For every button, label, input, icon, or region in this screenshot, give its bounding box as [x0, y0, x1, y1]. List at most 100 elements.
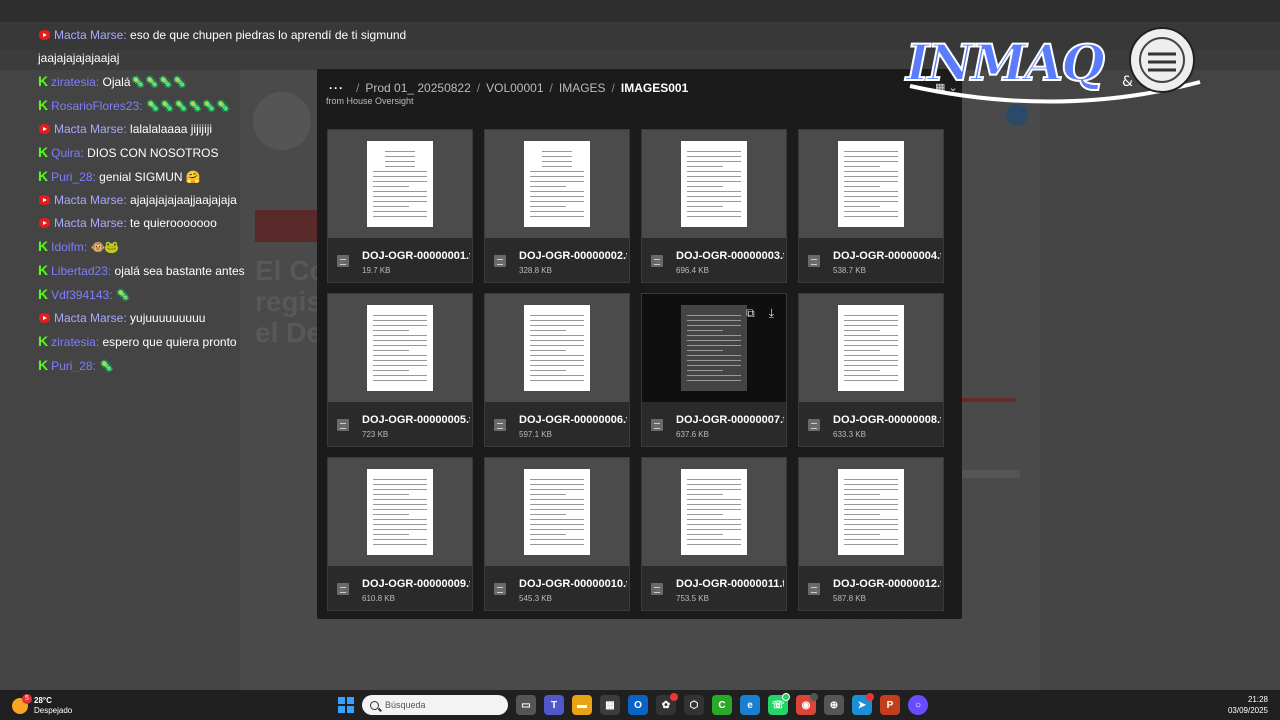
file-thumbnail[interactable] — [485, 130, 629, 238]
file-card[interactable]: DOJ-OGR-00000009.tif 610.8 KB — [327, 457, 473, 611]
file-name: DOJ-OGR-00000004.tif — [833, 250, 941, 262]
chat-username: Macta Marse — [54, 193, 124, 207]
system-clock[interactable]: 21:28 03/09/2025 — [1228, 694, 1268, 716]
chat-emotes: 🦠 — [115, 288, 131, 302]
chrome-icon[interactable]: ◉ — [796, 693, 818, 715]
weather-widget[interactable]: 5 28°C Despejado — [12, 694, 72, 718]
teams-icon[interactable]: T — [544, 695, 564, 715]
breadcrumb-prod[interactable]: Prod 01_ 20250822 — [365, 81, 470, 95]
telegram-icon[interactable]: ➤ — [852, 693, 874, 715]
file-thumbnail[interactable] — [485, 294, 629, 402]
file-thumbnail[interactable] — [485, 458, 629, 566]
file-thumbnail[interactable] — [799, 458, 943, 566]
kick-icon: K — [38, 286, 49, 302]
camtasia-icon[interactable]: C — [712, 695, 732, 715]
app-circle-icon[interactable]: ○ — [908, 695, 928, 715]
file-name: DOJ-OGR-00000008.tif — [833, 414, 941, 426]
weather-sun-icon: 5 — [12, 694, 32, 714]
document-page-preview — [681, 305, 747, 391]
chat-text: DIOS CON NOSOTROS — [87, 146, 219, 160]
file-size: 328.8 KB — [519, 266, 552, 275]
download-icon[interactable]: ⤓ — [769, 306, 774, 321]
file-card[interactable]: DOJ-OGR-00000006.tif 597.1 KB — [484, 293, 630, 447]
chat-text: ojalá sea bastante antes — [114, 264, 245, 278]
file-thumbnail[interactable] — [799, 130, 943, 238]
inmaq-logo: INMAQ & — [903, 27, 1201, 104]
image-file-icon — [808, 583, 820, 595]
file-explorer-icon[interactable]: ▬ — [572, 695, 592, 715]
image-file-icon — [808, 255, 820, 267]
obs-icon[interactable]: ⊕ — [824, 695, 844, 715]
kick-icon: K — [38, 97, 49, 113]
chat-text: ajajajajajaajjaajajaja — [130, 193, 237, 207]
taskbar-search[interactable]: Búsqueda — [362, 695, 508, 715]
task-view-icon[interactable]: ▭ — [516, 695, 536, 715]
file-size: 597.1 KB — [519, 430, 552, 439]
document-page-preview — [367, 141, 433, 227]
chat-username: Puri_28 — [51, 170, 93, 184]
image-file-icon — [651, 419, 663, 431]
breadcrumb-current: IMAGES001 — [620, 81, 689, 95]
file-card[interactable]: DOJ-OGR-00000003.tif 696.4 KB — [641, 129, 787, 283]
chat-emotes: 🦠🦠🦠🦠🦠🦠 — [145, 99, 231, 113]
breadcrumb-vol[interactable]: VOL00001 — [486, 81, 543, 95]
file-name: DOJ-OGR-00000001.tif — [362, 250, 470, 262]
chat-username: Vdf394143 — [51, 288, 110, 302]
app-cube-icon[interactable]: ⬡ — [684, 695, 704, 715]
image-file-icon — [494, 255, 506, 267]
whatsapp-icon[interactable]: ☏ — [768, 693, 790, 715]
file-card[interactable]: DOJ-OGR-00000011.tif 753.5 KB — [641, 457, 787, 611]
chat-text: yujuuuuuuuuu — [130, 311, 206, 325]
file-card[interactable]: ⧉ ⤓ DOJ-OGR-00000007.tif 637.6 KB — [641, 293, 787, 447]
start-button[interactable] — [338, 697, 354, 713]
file-card[interactable]: DOJ-OGR-00000004.tif 538.7 KB — [798, 129, 944, 283]
image-file-icon — [808, 419, 820, 431]
file-name: DOJ-OGR-00000006.tif — [519, 414, 627, 426]
image-file-icon — [494, 419, 506, 431]
file-thumbnail[interactable] — [799, 294, 943, 402]
windows-taskbar: 5 28°C Despejado Búsqueda ▭ T ▬ ▦ O ✿ ⬡ … — [0, 690, 1280, 720]
file-thumbnail[interactable] — [328, 458, 472, 566]
logo-ampersand: & — [1122, 74, 1133, 90]
youtube-icon — [39, 30, 50, 40]
file-name: DOJ-OGR-00000005.tif — [362, 414, 470, 426]
document-page-preview — [524, 141, 590, 227]
youtube-icon — [39, 218, 50, 228]
file-card[interactable]: DOJ-OGR-00000008.tif 633.3 KB — [798, 293, 944, 447]
file-card[interactable]: DOJ-OGR-00000001.tif 19.7 KB — [327, 129, 473, 283]
more-options-button[interactable]: ··· — [329, 81, 344, 95]
outlook-icon[interactable]: O — [628, 695, 648, 715]
document-page-preview — [367, 469, 433, 555]
file-thumbnail[interactable] — [642, 458, 786, 566]
chat-text: te quierooooooo — [130, 216, 217, 230]
file-thumbnail[interactable] — [642, 130, 786, 238]
kick-icon: K — [38, 144, 49, 160]
file-thumbnail[interactable] — [328, 294, 472, 402]
file-card[interactable]: DOJ-OGR-00000010.tif 545.3 KB — [484, 457, 630, 611]
breadcrumb-images[interactable]: IMAGES — [559, 81, 606, 95]
image-file-icon — [651, 255, 663, 267]
powerpoint-icon[interactable]: P — [880, 695, 900, 715]
youtube-icon — [39, 313, 50, 323]
store-icon[interactable]: ▦ — [600, 695, 620, 715]
document-page-preview — [367, 305, 433, 391]
chat-emotes: 🦠 — [99, 359, 114, 372]
document-page-preview — [838, 141, 904, 227]
webpage-red-divider — [960, 398, 1016, 402]
file-card[interactable]: DOJ-OGR-00000005.tif 723 KB — [327, 293, 473, 447]
file-size: 610.8 KB — [362, 594, 395, 603]
file-thumbnail[interactable] — [328, 130, 472, 238]
file-card[interactable]: DOJ-OGR-00000012.tif 587.8 KB — [798, 457, 944, 611]
chat-username: Macta Marse — [54, 216, 124, 230]
file-card[interactable]: DOJ-OGR-00000002.tif 328.8 KB — [484, 129, 630, 283]
edge-icon[interactable]: e — [740, 695, 760, 715]
chat-username: Libertad23 — [51, 264, 108, 278]
chat-text: lalalalaaaa jijijiji — [130, 122, 213, 136]
copy-icon[interactable]: ⧉ — [746, 306, 755, 321]
file-name: DOJ-OGR-00000012.tif — [833, 578, 941, 590]
webpage-sidebar-line — [960, 470, 1020, 478]
image-file-icon — [651, 583, 663, 595]
file-thumbnail[interactable]: ⧉ ⤓ — [642, 294, 786, 402]
file-name: DOJ-OGR-00000009.tif — [362, 578, 470, 590]
chatgpt-icon[interactable]: ✿ — [656, 693, 678, 715]
